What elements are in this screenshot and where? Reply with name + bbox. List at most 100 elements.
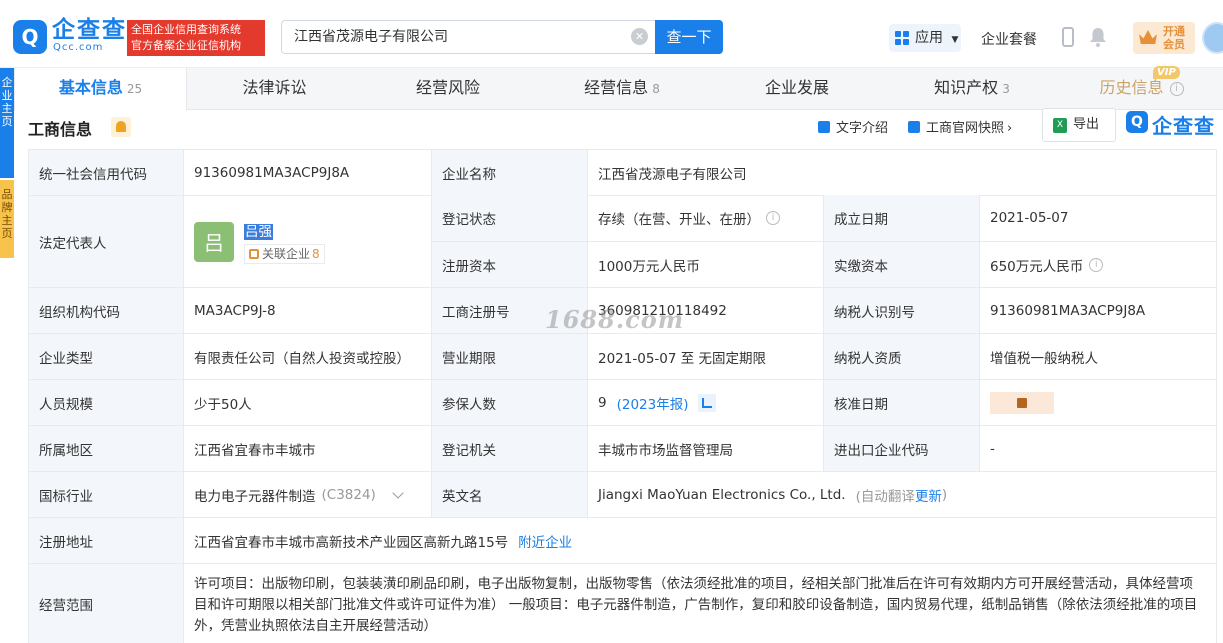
info-icon[interactable]: i bbox=[766, 211, 780, 225]
enterprise-package-link[interactable]: 企业套餐 bbox=[981, 29, 1037, 49]
brand-home-tab[interactable]: 品牌主页 bbox=[0, 180, 14, 258]
label-tax-quality: 纳税人资质 bbox=[824, 334, 980, 379]
tab-label: 企业发展 bbox=[764, 78, 829, 97]
label-reg-status: 登记状态 bbox=[432, 195, 588, 241]
tab-ip[interactable]: 知识产权 3 bbox=[884, 68, 1060, 110]
search-input[interactable]: 江西省茂源电子有限公司 bbox=[281, 20, 656, 54]
table-row: 所属地区 江西省宜春市丰城市 登记机关 丰城市市场监督管理局 进出口企业代码 - bbox=[28, 425, 1217, 471]
clear-icon[interactable]: ✕ bbox=[631, 28, 648, 45]
value-staff: 少于50人 bbox=[184, 380, 432, 425]
tab-label: 经营信息 bbox=[584, 78, 649, 97]
chart-icon[interactable] bbox=[698, 393, 717, 412]
update-link[interactable]: 更新 bbox=[915, 485, 942, 505]
vip-open-button[interactable]: 开通 会员 bbox=[1133, 22, 1195, 54]
logo-icon[interactable]: Q bbox=[13, 20, 47, 54]
value-founded: 2021-05-07 bbox=[980, 195, 1217, 241]
value-paid-capital: 650万元人民币 i bbox=[980, 242, 1217, 287]
value-term: 2021-05-07 至 无固定期限 bbox=[588, 334, 824, 379]
grid-icon bbox=[895, 31, 909, 45]
table-row: 统一社会信用代码 91360981MA3ACP9J8A 企业名称 江西省茂源电子… bbox=[28, 149, 1217, 195]
table-row: 企业类型 有限责任公司（自然人投资或控股） 营业期限 2021-05-07 至 … bbox=[28, 333, 1217, 379]
badge-line-1: 全国企业信用查询系统 bbox=[131, 23, 241, 36]
logo-subtitle: Qcc.com bbox=[53, 42, 104, 53]
apps-menu-button[interactable]: 应用 ▼ bbox=[889, 24, 961, 52]
company-home-tab[interactable]: 企业主页 bbox=[0, 68, 14, 178]
tab-risk[interactable]: 经营风险 bbox=[362, 68, 534, 110]
value-address: 江西省宜春市丰城市高新技术产业园区高新九路15号 附近企业 bbox=[184, 518, 1217, 563]
value-scope: 许可项目：出版物印刷，包装装潢印刷品印刷，电子出版物复制，出版物零售（依法须经批… bbox=[184, 564, 1217, 643]
lock-icon bbox=[1017, 397, 1027, 408]
label-reg-capital: 注册资本 bbox=[432, 242, 588, 287]
label-industry: 国标行业 bbox=[28, 472, 184, 517]
value-approval-date bbox=[980, 380, 1217, 425]
crown-icon bbox=[1139, 30, 1157, 44]
label-legal-rep: 法定代表人 bbox=[28, 196, 184, 287]
related-label: 关联企业 bbox=[262, 246, 311, 261]
top-bar: Q 企查查 Qcc.com 全国企业信用查询系统 官方备案企业征信机构 江西省茂… bbox=[0, 0, 1223, 68]
label-insured: 参保人数 bbox=[432, 380, 588, 425]
label-authority: 登记机关 bbox=[432, 426, 588, 471]
search-button[interactable]: 查一下 bbox=[655, 20, 723, 54]
value-industry[interactable]: 电力电子元器件制造 (C3824) bbox=[184, 472, 432, 517]
label-address: 注册地址 bbox=[28, 518, 184, 563]
address-text: 江西省宜春市丰城市高新技术产业园区高新九路15号 bbox=[194, 534, 509, 551]
tab-label: 经营风险 bbox=[415, 78, 480, 97]
nearby-companies-link[interactable]: 附近企业 bbox=[518, 531, 572, 551]
official-badge: 全国企业信用查询系统 官方备案企业征信机构 bbox=[127, 20, 265, 56]
notification-bell-icon[interactable] bbox=[1089, 27, 1107, 47]
user-avatar[interactable] bbox=[1202, 22, 1223, 54]
value-reg-status: 存续（在营、开业、在册） i bbox=[588, 195, 824, 241]
brand-text: 企查查 bbox=[1152, 114, 1215, 138]
value-org-code: MA3ACP9J-8 bbox=[184, 288, 432, 333]
value-company-name: 江西省茂源电子有限公司 bbox=[588, 150, 1217, 195]
subscribe-bell-icon[interactable] bbox=[111, 117, 131, 137]
label-english-name: 英文名 bbox=[432, 472, 588, 517]
text-intro-label: 文字介绍 bbox=[836, 121, 889, 136]
value-taxpayer-id: 91360981MA3ACP9J8A bbox=[980, 288, 1217, 333]
table-row: 注册地址 江西省宜春市丰城市高新技术产业园区高新九路15号 附近企业 bbox=[28, 517, 1217, 563]
mobile-icon[interactable] bbox=[1062, 27, 1074, 47]
info-icon: i bbox=[1169, 81, 1184, 96]
export-button[interactable]: X 导出 bbox=[1042, 108, 1116, 142]
tab-legal[interactable]: 法律诉讼 bbox=[187, 68, 362, 110]
value-authority: 丰城市市场监督管理局 bbox=[588, 426, 824, 471]
info-icon[interactable]: i bbox=[1089, 257, 1104, 272]
label-taxpayer-id: 纳税人识别号 bbox=[824, 288, 980, 333]
vip-tag: VIP bbox=[1153, 66, 1180, 79]
vip-lock-box[interactable] bbox=[990, 391, 1054, 414]
badge-line-2: 官方备案企业征信机构 bbox=[131, 39, 241, 52]
side-float-tabs: 企业主页 品牌主页 bbox=[0, 68, 14, 258]
snapshot-label: 工商官网快照 bbox=[926, 121, 1005, 136]
section-header: 工商信息 文字介绍 工商官网快照 › X 导出 Q 企查查 bbox=[28, 108, 1223, 142]
chevron-down-icon[interactable] bbox=[392, 486, 404, 499]
legal-rep-name-link[interactable]: 吕强 bbox=[244, 223, 273, 240]
value-credit-code: 91360981MA3ACP9J8A bbox=[184, 150, 432, 195]
caret-down-icon: ▼ bbox=[951, 35, 959, 45]
value-tax-quality: 增值税一般纳税人 bbox=[980, 334, 1217, 379]
tab-history[interactable]: 历史信息 i bbox=[1060, 68, 1223, 110]
table-row: 国标行业 电力电子元器件制造 (C3824) 英文名 Jiangxi MaoYua… bbox=[28, 471, 1217, 517]
tab-basic-info[interactable]: 基本信息 25 bbox=[14, 68, 187, 111]
label-term: 营业期限 bbox=[432, 334, 588, 379]
value-region: 江西省宜春市丰城市 bbox=[184, 426, 432, 471]
english-name-text: Jiangxi MaoYuan Electronics Co., Ltd. bbox=[598, 486, 846, 503]
legal-rep-avatar[interactable]: 吕 bbox=[194, 221, 234, 262]
related-count: 8 bbox=[312, 246, 320, 261]
tab-development[interactable]: 企业发展 bbox=[710, 68, 884, 110]
industry-text: 电力电子元器件制造 bbox=[194, 488, 316, 505]
table-row: 注册资本 1000万元人民币 实缴资本 650万元人民币 i bbox=[432, 241, 1217, 287]
label-paid-capital: 实缴资本 bbox=[824, 242, 980, 287]
table-row: 经营范围 许可项目：出版物印刷，包装装潢印刷品印刷，电子出版物复制，出版物零售（… bbox=[28, 563, 1217, 643]
camera-icon bbox=[908, 121, 920, 133]
watermark-text: 1688.com bbox=[545, 305, 685, 334]
table-row: 登记状态 存续（在营、开业、在册） i 成立日期 2021-05-07 bbox=[432, 195, 1217, 241]
annual-report-link[interactable]: (2023年报) bbox=[617, 393, 689, 413]
text-intro-link[interactable]: 文字介绍 bbox=[818, 117, 888, 136]
logo-text[interactable]: 企查查 bbox=[52, 18, 127, 42]
related-companies-tag[interactable]: 关联企业 8 bbox=[244, 243, 325, 264]
gov-snapshot-link[interactable]: 工商官网快照 › bbox=[908, 117, 1012, 136]
brand-logo-icon: Q bbox=[1126, 111, 1148, 133]
tab-count: 3 bbox=[1002, 82, 1010, 96]
apps-label: 应用 bbox=[915, 30, 943, 46]
tab-operation[interactable]: 经营信息 8 bbox=[534, 68, 710, 110]
